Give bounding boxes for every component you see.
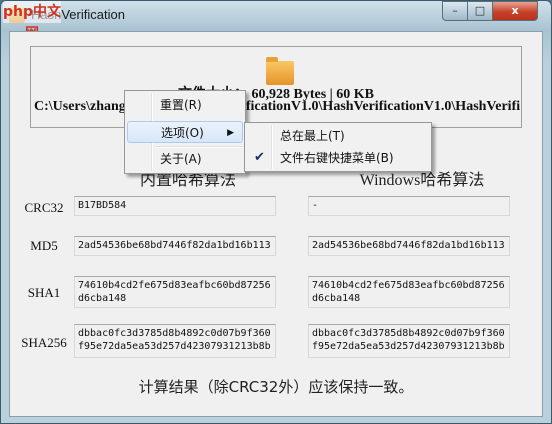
md5-label: MD5 xyxy=(30,238,58,253)
menu-item-about-label: 关于(A) xyxy=(160,152,202,166)
close-button[interactable]: x xyxy=(492,1,538,21)
menu-item-about[interactable]: 关于(A) xyxy=(127,148,243,170)
minimize-button[interactable]: – xyxy=(442,1,468,21)
watermark-logo: php中文网 xyxy=(3,1,61,42)
sha1-windows-field[interactable]: 74610b4cd2fe675d83eafbc60bd87256d6cba148 xyxy=(308,276,510,308)
submenu-item-always-on-top-label: 总在最上(T) xyxy=(280,129,345,143)
submenu-item-file-context-menu[interactable]: ✔ 文件右键快捷菜单(B) xyxy=(247,147,429,169)
submenu-item-always-on-top[interactable]: 总在最上(T) xyxy=(247,125,429,147)
crc32-builtin-field[interactable]: B17BD584 xyxy=(74,196,276,216)
sha1-builtin-field[interactable]: 74610b4cd2fe675d83eafbc60bd87256d6cba148 xyxy=(74,276,276,308)
crc32-label: CRC32 xyxy=(24,200,64,215)
app-window: HashVerification php中文网 – □ x 文件大小： 60,9… xyxy=(0,0,552,424)
submenu-arrow-icon: ▶ xyxy=(227,128,234,138)
menu-item-reset-label: 重置(R) xyxy=(160,98,202,112)
sha256-builtin-field[interactable]: dbbac0fc3d3785d8b4892c0d07b9f360f95e72da… xyxy=(74,324,276,358)
options-submenu: 总在最上(T) ✔ 文件右键快捷菜单(B) xyxy=(244,122,432,172)
file-info-panel[interactable]: 文件大小： 60,928 Bytes | 60 KB C:\Users\zhan… xyxy=(30,46,522,128)
footer-note: 计算结果（除CRC32外）应该保持一致。 xyxy=(138,378,414,396)
menu-item-reset[interactable]: 重置(R) xyxy=(127,94,243,116)
file-path-label: C:\Users\zhangy\Desktop\HashVerification… xyxy=(34,99,520,114)
crc32-windows-field[interactable]: - xyxy=(308,196,510,216)
sha256-label: SHA256 xyxy=(21,335,67,350)
maximize-button[interactable]: □ xyxy=(467,1,493,21)
checkmark-icon: ✔ xyxy=(254,150,265,165)
submenu-item-file-context-menu-label: 文件右键快捷菜单(B) xyxy=(280,151,394,165)
folder-icon xyxy=(266,57,294,85)
md5-builtin-field[interactable]: 2ad54536be68bd7446f82da1bd16b113 xyxy=(74,236,276,256)
menu-item-options[interactable]: 选项(O) ▶ xyxy=(127,121,243,143)
menu-item-options-label: 选项(O) xyxy=(161,126,204,140)
client-area: 文件大小： 60,928 Bytes | 60 KB C:\Users\zhan… xyxy=(9,31,543,417)
context-menu: 重置(R) 选项(O) ▶ 关于(A) xyxy=(124,90,246,174)
sha256-windows-field[interactable]: dbbac0fc3d3785d8b4892c0d07b9f360f95e72da… xyxy=(308,324,510,358)
title-bar[interactable]: HashVerification php中文网 – □ x xyxy=(1,1,551,42)
sha1-label: SHA1 xyxy=(27,285,61,300)
md5-windows-field[interactable]: 2ad54536be68bd7446f82da1bd16b113 xyxy=(308,236,510,256)
